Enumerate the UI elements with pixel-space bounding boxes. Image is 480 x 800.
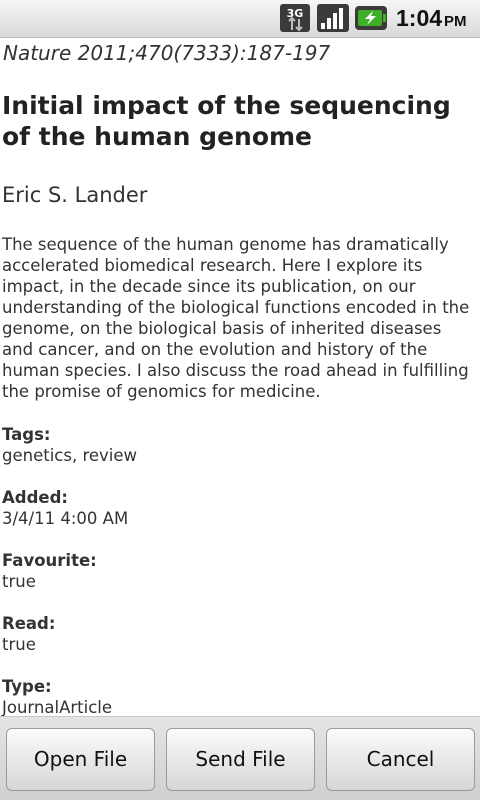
added-field: Added: 3/4/11 4:00 AM bbox=[2, 487, 128, 529]
tags-field: Tags: genetics, review bbox=[2, 424, 137, 466]
type-value: JournalArticle bbox=[2, 698, 112, 717]
type-label: Type: bbox=[2, 677, 52, 696]
clock-ampm: PM bbox=[444, 13, 467, 30]
tags-label: Tags: bbox=[2, 425, 51, 444]
clock-time: 1:04 bbox=[396, 5, 443, 31]
read-label: Read: bbox=[2, 614, 56, 633]
read-field: Read: true bbox=[2, 613, 55, 655]
button-bar: Open File Send File Cancel bbox=[0, 716, 480, 800]
cancel-button[interactable]: Cancel bbox=[326, 728, 475, 791]
svg-text:3G: 3G bbox=[287, 7, 304, 20]
read-value: true bbox=[2, 635, 36, 654]
article-citation: Nature 2011;470(7333):187-197 bbox=[3, 41, 331, 65]
article-author: Eric S. Lander bbox=[2, 183, 148, 207]
added-value: 3/4/11 4:00 AM bbox=[2, 509, 129, 528]
favourite-value: true bbox=[2, 572, 36, 591]
article-abstract: The sequence of the human genome has dra… bbox=[2, 235, 470, 401]
open-file-button[interactable]: Open File bbox=[6, 728, 155, 791]
status-clock: 1:04 PM bbox=[396, 5, 467, 32]
favourite-field: Favourite: true bbox=[2, 550, 97, 592]
type-field: Type: JournalArticle bbox=[2, 676, 112, 718]
tags-value: genetics, review bbox=[2, 446, 138, 465]
favourite-label: Favourite: bbox=[2, 551, 97, 570]
added-label: Added: bbox=[2, 488, 68, 507]
signal-strength-icon bbox=[317, 4, 349, 32]
send-file-button[interactable]: Send File bbox=[166, 728, 315, 791]
article-title: Initial impact of the sequencing of the … bbox=[2, 91, 451, 151]
battery-charging-icon bbox=[355, 6, 387, 30]
status-bar: 3G 1:04 PM bbox=[0, 0, 480, 38]
3g-data-icon: 3G bbox=[280, 4, 310, 32]
